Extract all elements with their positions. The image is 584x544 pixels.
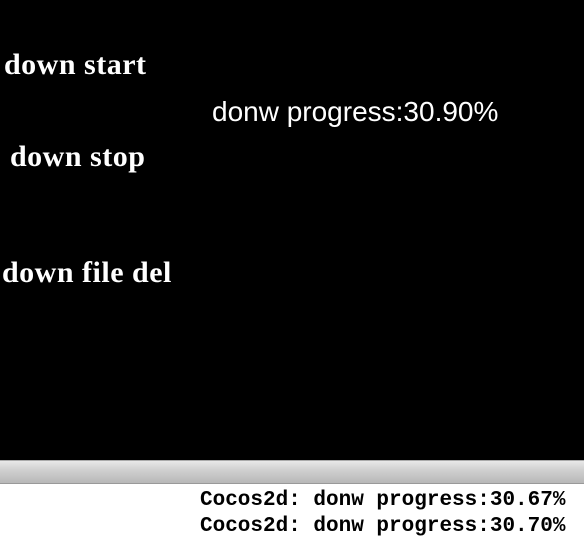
console-line: Cocos2d: donw progress:30.70% <box>200 514 584 540</box>
down-start-button[interactable]: down start <box>4 48 147 82</box>
simulator-view: down start down stop down file del donw … <box>0 0 584 460</box>
down-stop-button[interactable]: down stop <box>10 140 145 174</box>
progress-label: donw progress:30.90% <box>212 96 498 128</box>
console-line: Cocos2d: donw progress:30.67% <box>200 488 584 514</box>
console-output: Cocos2d: donw progress:30.67% Cocos2d: d… <box>0 484 584 544</box>
window-separator <box>0 460 584 484</box>
down-file-del-button[interactable]: down file del <box>2 256 172 290</box>
